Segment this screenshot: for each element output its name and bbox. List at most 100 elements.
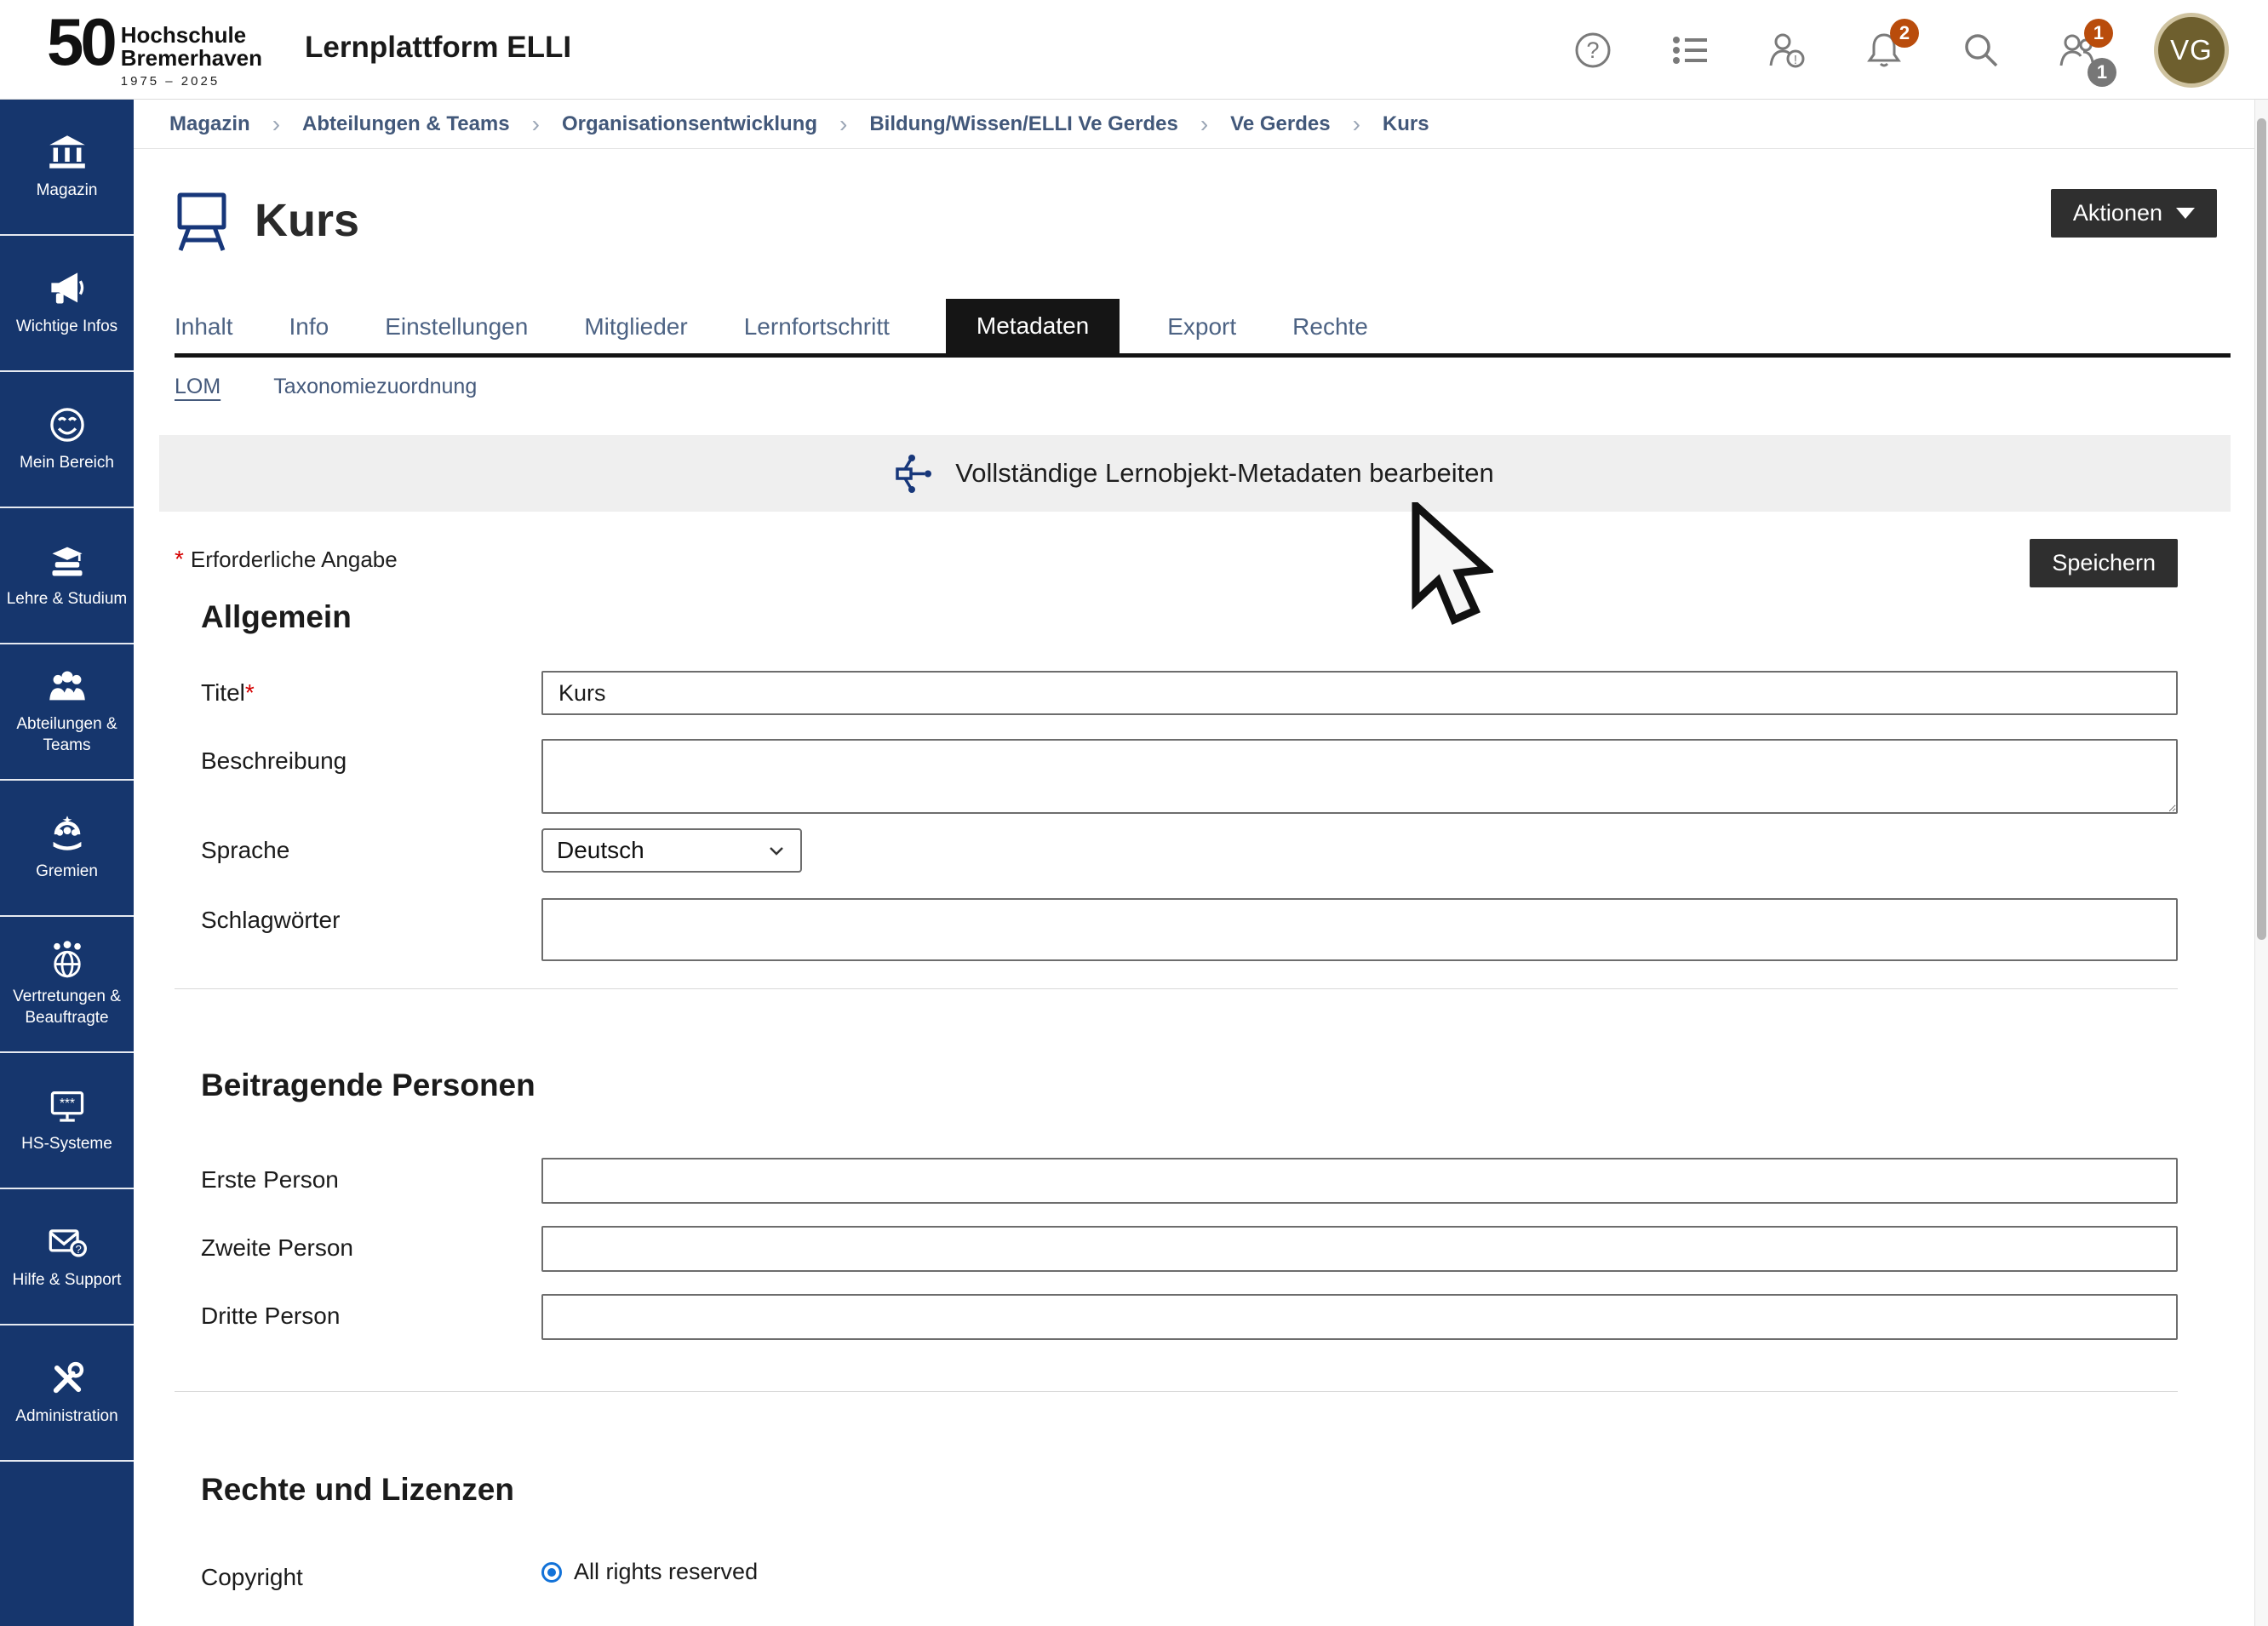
sidebar-item-mein-bereich[interactable]: Mein Bereich — [0, 372, 134, 508]
svg-text:?: ? — [75, 1243, 81, 1256]
sidebar-item-hilfe-support[interactable]: ? Hilfe & Support — [0, 1189, 134, 1325]
tab-metadaten[interactable]: Metadaten — [946, 299, 1120, 353]
sidebar-item-wichtige-infos[interactable]: Wichtige Infos — [0, 236, 134, 372]
people-group-icon — [48, 667, 87, 706]
sidebar-item-administration[interactable]: Administration — [0, 1325, 134, 1462]
dritte-person-input[interactable] — [541, 1294, 2178, 1340]
course-easel-icon — [175, 188, 229, 253]
actions-button[interactable]: Aktionen — [2051, 189, 2217, 238]
field-row-copyright: Copyright All rights reserved — [175, 1555, 2178, 1591]
titel-input[interactable] — [541, 671, 2178, 715]
titel-label: Titel* — [201, 671, 541, 715]
field-row-titel: Titel* — [175, 671, 2178, 715]
tab-rechte[interactable]: Rechte — [1292, 301, 1368, 353]
sidebar-item-abteilungen-teams[interactable]: Abteilungen & Teams — [0, 644, 134, 781]
logo-name-line1: Hochschule — [121, 24, 262, 47]
page-content: Kurs Inhalt Info Einstellungen Mitgliede… — [134, 188, 2254, 1591]
breadcrumb-item[interactable]: Kurs — [1383, 112, 1429, 136]
edit-full-metadata-banner[interactable]: Vollständige Lernobjekt-Metadaten bearbe… — [159, 435, 2231, 512]
copyright-radio-checked[interactable] — [541, 1562, 562, 1583]
tab-mitglieder[interactable]: Mitglieder — [584, 301, 687, 353]
svg-text:***: *** — [60, 1096, 75, 1111]
field-row-sprache: Sprache Deutsch — [175, 828, 2178, 873]
section-title-allgemein: Allgemein — [201, 599, 2178, 635]
app-root: 50 Hochschule Bremerhaven 1975 – 2025 Le… — [0, 0, 2268, 1626]
books-grad-icon — [48, 541, 87, 581]
copyright-option-label: All rights reserved — [574, 1559, 758, 1585]
bank-icon — [48, 133, 87, 172]
field-row-erste-person: Erste Person — [175, 1158, 2178, 1204]
field-row-dritte-person: Dritte Person — [175, 1294, 2178, 1340]
contacts-icon[interactable]: 1 1 — [2057, 29, 2099, 72]
breadcrumb-chevron-icon: › — [1353, 111, 1360, 138]
breadcrumb-item[interactable]: Magazin — [169, 112, 250, 136]
logo-name-line2: Bremerhaven — [121, 47, 262, 70]
erste-person-input[interactable] — [541, 1158, 2178, 1204]
save-button[interactable]: Speichern — [2030, 539, 2178, 587]
section-title-rechte: Rechte und Lizenzen — [201, 1472, 2178, 1508]
monitor-password-icon: *** — [48, 1086, 87, 1125]
tools-icon — [48, 1359, 87, 1398]
beitragende-fields: Erste Person Zweite Person Dritte Person — [175, 1158, 2178, 1340]
rechte-fields: Copyright All rights reserved — [175, 1555, 2178, 1591]
tab-lernfortschritt[interactable]: Lernfortschritt — [744, 301, 890, 353]
erste-person-label: Erste Person — [201, 1158, 541, 1204]
sidebar-item-hs-systeme[interactable]: *** Hilfe & Support HS-Systeme — [0, 1053, 134, 1189]
section-divider — [175, 1391, 2178, 1392]
sprache-label: Sprache — [201, 828, 541, 873]
breadcrumb-item[interactable]: Bildung/Wissen/ELLI Ve Gerdes — [869, 112, 1178, 136]
beschreibung-textarea[interactable] — [541, 739, 2178, 814]
help-icon[interactable]: ? — [1572, 29, 1614, 72]
main-area: Magazin › Abteilungen & Teams › Organisa… — [134, 100, 2254, 1626]
assembly-icon — [48, 814, 87, 853]
schlagwoerter-input[interactable] — [541, 898, 2178, 961]
tab-info[interactable]: Info — [289, 301, 329, 353]
form-meta-row: *Erforderliche Angabe Speichern — [175, 539, 2178, 587]
section-title-beitragende: Beitragende Personen — [201, 1068, 2178, 1103]
sprache-select[interactable]: Deutsch — [541, 828, 802, 873]
vertical-scrollbar[interactable] — [2254, 100, 2268, 1626]
sidebar-item-vertretungen[interactable]: Vertretungen & Beauftragte — [0, 917, 134, 1053]
tab-export[interactable]: Export — [1167, 301, 1236, 353]
svg-text:!: ! — [1794, 53, 1797, 67]
sprache-select-value: Deutsch — [557, 837, 644, 864]
scrollbar-thumb[interactable] — [2257, 118, 2266, 940]
copyright-option-row: All rights reserved — [541, 1555, 2178, 1585]
breadcrumb-item[interactable]: Abteilungen & Teams — [302, 112, 510, 136]
search-icon[interactable] — [1960, 29, 2002, 72]
breadcrumb-item[interactable]: Organisationsentwicklung — [562, 112, 817, 136]
svg-text:?: ? — [1586, 37, 1599, 63]
schlagwoerter-label: Schlagwörter — [201, 898, 541, 961]
sidebar-item-lehre-studium[interactable]: Lehre & Studium — [0, 508, 134, 644]
header-icon-bar: ? ! — [1572, 0, 2229, 100]
user-avatar[interactable]: VG — [2154, 13, 2229, 88]
copyright-label: Copyright — [201, 1555, 541, 1591]
megaphone-icon — [48, 269, 87, 308]
subtab-lom[interactable]: LOM — [175, 375, 220, 399]
breadcrumb-chevron-icon: › — [839, 111, 847, 138]
university-logo[interactable]: 50 Hochschule Bremerhaven 1975 – 2025 — [47, 10, 262, 89]
page-title: Kurs — [255, 194, 359, 247]
breadcrumb-item[interactable]: Ve Gerdes — [1230, 112, 1330, 136]
sidebar-filler — [0, 1462, 134, 1626]
beschreibung-label: Beschreibung — [201, 739, 541, 818]
zweite-person-input[interactable] — [541, 1226, 2178, 1272]
logo-50: 50 — [47, 10, 114, 73]
subtab-taxonomiezuordnung[interactable]: Taxonomiezuordnung — [273, 375, 477, 399]
todo-list-icon[interactable] — [1669, 29, 1711, 72]
app-title: Lernplattform ELLI — [305, 31, 571, 65]
tab-einstellungen[interactable]: Einstellungen — [385, 301, 528, 353]
chevron-down-icon — [766, 840, 787, 861]
sidebar-item-magazin[interactable]: Magazin — [0, 100, 134, 236]
top-header: 50 Hochschule Bremerhaven 1975 – 2025 Le… — [0, 0, 2268, 100]
sidebar-item-gremien[interactable]: Gremien — [0, 781, 134, 917]
contacts-new-badge: 1 — [2084, 19, 2113, 48]
breadcrumb-chevron-icon: › — [1200, 111, 1208, 138]
breadcrumb-chevron-icon: › — [532, 111, 540, 138]
tab-inhalt[interactable]: Inhalt — [175, 301, 233, 353]
metadata-hub-icon — [896, 454, 935, 493]
notifications-bell-icon[interactable]: 2 — [1863, 29, 1905, 72]
breadcrumb-chevron-icon: › — [272, 111, 280, 138]
smiley-icon — [48, 405, 87, 444]
user-alert-icon[interactable]: ! — [1766, 29, 1808, 72]
